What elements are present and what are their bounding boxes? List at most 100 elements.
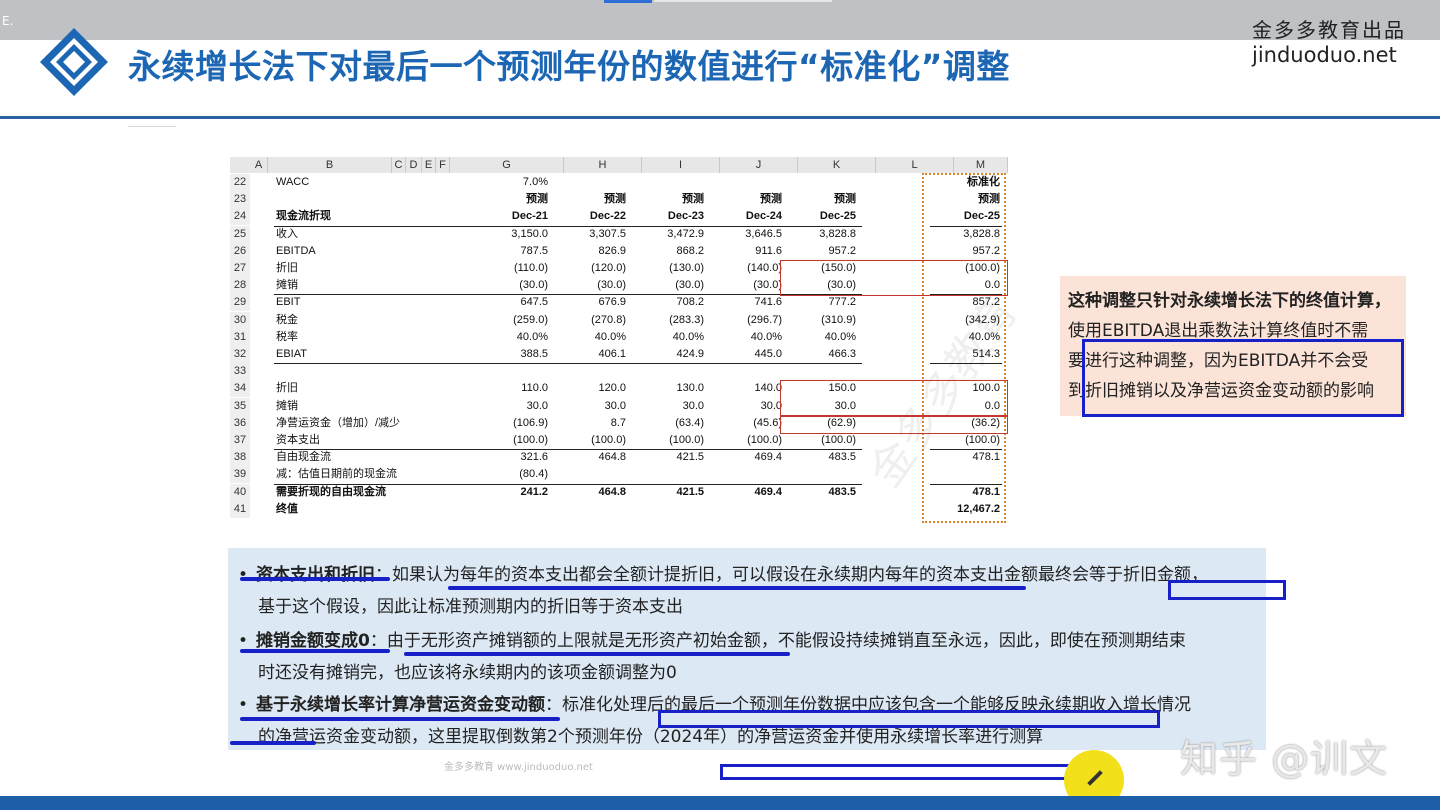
period-header: Dec-25 (819, 210, 856, 223)
brand-cn: 金多多教育出品 (1252, 18, 1406, 42)
column-header-F: F (436, 157, 450, 173)
forecast-label: 预测 (682, 193, 704, 206)
tab-indicator[interactable] (654, 0, 832, 2)
bullet-head-3: 基于永续增长率计算净营运资金变动额 (256, 695, 545, 715)
table-cell: (30.0) (753, 279, 782, 292)
table-cell (556, 466, 626, 483)
table-cell: 321.6 (520, 451, 548, 464)
table-cell: (259.0) (513, 313, 548, 326)
row-number: 27 (230, 260, 250, 277)
table-cell: (140.0) (747, 262, 782, 274)
table-cell (712, 501, 782, 518)
annotation-box (1082, 339, 1404, 417)
table-cell: (100.0) (591, 434, 626, 446)
row-number: 31 (230, 328, 250, 346)
column-header-I: I (642, 157, 720, 173)
table-cell: 445.0 (754, 348, 782, 360)
period-header: Dec-21 (511, 210, 548, 223)
forecast-label: 预测 (760, 193, 782, 206)
bottom-bar (0, 796, 1440, 810)
row-label: 自由现金流 (276, 451, 331, 464)
table-cell: 110.0 (521, 382, 548, 395)
table-cell: 40.0% (824, 330, 856, 343)
table-cell: 469.4 (754, 485, 782, 498)
table-cell: (80.4) (519, 468, 548, 481)
forecast-label: 预测 (978, 193, 1000, 206)
row-label: 收入 (276, 227, 298, 240)
column-header-corner (230, 157, 251, 173)
red-highlight-box (780, 380, 1008, 417)
normalized-header: 标准化 (967, 176, 1000, 188)
row-number: 22 (230, 174, 250, 191)
row-label: EBITDA (276, 244, 316, 257)
table-cell: 8.7 (610, 416, 626, 429)
table-cell: 3,646.5 (745, 227, 782, 240)
table-cell: (100.0) (513, 434, 548, 446)
row-number: 38 (230, 449, 250, 467)
table-cell: (30.0) (675, 279, 704, 292)
active-tab-indicator[interactable] (604, 0, 652, 3)
table-cell: 30.0 (760, 399, 782, 412)
table-cell: 857.2 (972, 296, 1000, 309)
ink-box (720, 764, 1086, 780)
table-cell: (110.0) (513, 262, 548, 274)
table-cell: 40.0% (516, 330, 548, 343)
table-cell: 911.6 (755, 244, 782, 257)
table-cell: 40.0% (594, 330, 626, 343)
row-label: EBIAT (276, 348, 307, 360)
table-cell: 30.0 (604, 399, 626, 412)
table-cell: (30.0) (597, 279, 626, 292)
column-header-K: K (798, 157, 876, 173)
row-label: 需要折现的自由现金流 (276, 485, 386, 498)
period-header: Dec-22 (589, 210, 626, 223)
table-cell: 483.5 (828, 451, 856, 464)
table-cell: (30.0) (519, 279, 548, 292)
section-label: 现金流折现 (276, 210, 331, 223)
table-rule (274, 483, 862, 485)
ink-underline (240, 717, 560, 721)
table-cell: 424.9 (676, 348, 704, 360)
row-number: 41 (230, 500, 250, 518)
table-cell: 3,828.8 (819, 227, 856, 240)
table-cell: (100.0) (965, 434, 1000, 446)
row-label: 税率 (276, 330, 298, 343)
row-label: EBIT (276, 296, 301, 309)
row-number: 32 (230, 346, 250, 363)
table-cell: 12,467.2 (957, 502, 1000, 515)
table-cell: 647.5 (520, 296, 548, 309)
table-cell: 30.0 (526, 399, 548, 412)
table-cell: 3,150.0 (511, 227, 548, 240)
row-label: 折旧 (276, 382, 298, 395)
table-cell (634, 501, 704, 518)
bullet-item-2: • 摊销金额变成0：由于无形资产摊销额的上限就是无形资产初始金额，不能假设持续摊销… (238, 631, 1186, 651)
row-label: 折旧 (276, 262, 298, 274)
column-header-M: M (954, 157, 1008, 173)
ink-box (658, 710, 1160, 728)
table-cell: 388.5 (520, 348, 548, 360)
zhihu-watermark: 知乎 @训文 (1180, 737, 1389, 781)
table-rule (274, 449, 862, 451)
wacc-value: 7.0% (522, 176, 548, 188)
period-header: Dec-24 (745, 210, 782, 223)
title-divider (0, 116, 1440, 119)
corner-text: E. (2, 14, 14, 28)
red-highlight-box (780, 260, 1008, 297)
column-header-B: B (268, 157, 392, 173)
table-rule (274, 363, 862, 365)
column-header-A: A (250, 157, 268, 173)
row-label: 终值 (276, 502, 298, 515)
table-cell (930, 466, 1000, 483)
table-cell: (63.4) (675, 416, 704, 429)
table-cell: 421.5 (676, 485, 704, 498)
row-number: 33 (230, 363, 250, 381)
table-cell: 741.6 (754, 296, 782, 309)
note-line1: 这种调整只针对永续增长法下的终值计算， (1068, 291, 1391, 311)
table-cell (634, 466, 704, 483)
row-number: 23 (230, 191, 250, 209)
period-header: Dec-23 (667, 210, 704, 223)
row-number: 34 (230, 380, 250, 398)
brand: 金多多教育出品 jinduoduo.net (1252, 14, 1406, 67)
table-cell: 478.1 (972, 485, 1000, 498)
row-label: 税金 (276, 313, 298, 326)
row-number: 28 (230, 277, 250, 295)
